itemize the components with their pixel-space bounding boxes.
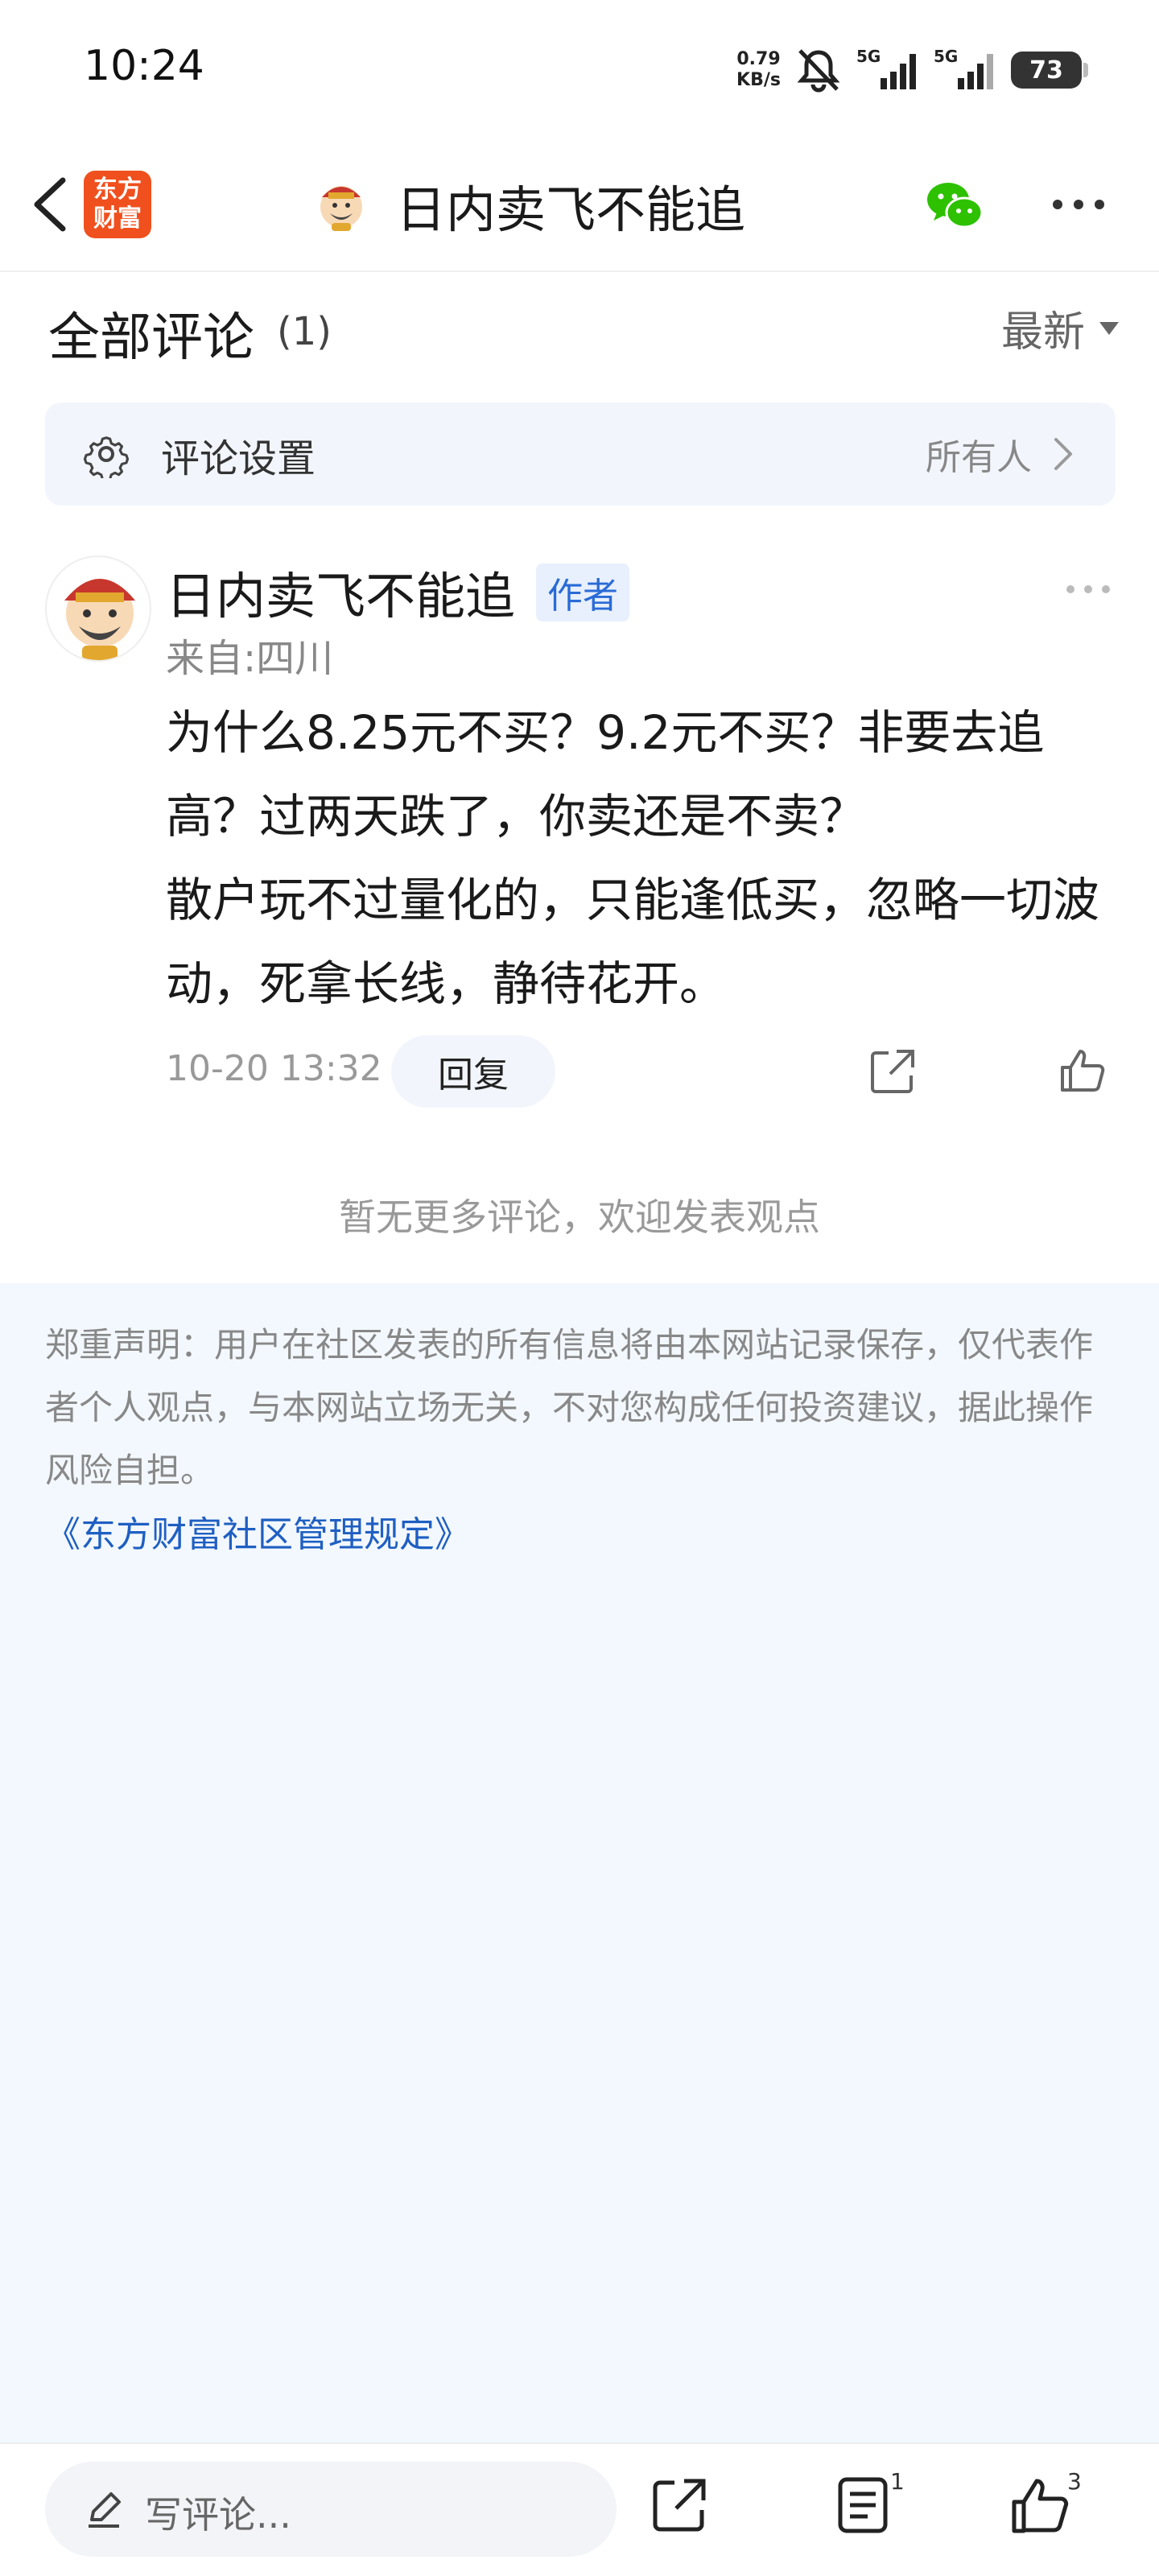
battery-icon: 73 — [1011, 52, 1088, 89]
sort-dropdown[interactable]: 最新 — [1001, 298, 1119, 358]
comment-text-paragraph: 为什么8.25元不买？9.2元不买？非要去追高？过两天跌了，你卖还是不卖？ — [166, 705, 1045, 844]
svg-text:5G: 5G — [934, 47, 958, 66]
pencil-icon — [89, 2492, 121, 2528]
comments-header: 全部评论 (1) 最新 — [48, 293, 1119, 368]
settings-value: 所有人 — [926, 437, 1032, 478]
chevron-right-icon — [1054, 438, 1072, 470]
no-more-comments-text: 暂无更多评论，欢迎发表观点 — [339, 1195, 820, 1239]
mute-bell-icon — [795, 47, 842, 93]
comments-count: (1) — [277, 309, 332, 354]
clock: 10:24 — [84, 42, 204, 90]
network-speed: 0.79 KB/s — [736, 49, 781, 90]
author-badge: 作者 — [536, 564, 629, 621]
dropdown-triangle-icon — [1099, 321, 1119, 335]
like-count-badge: 3 — [1067, 2468, 1082, 2495]
comment-location: 来自:四川 — [166, 636, 334, 681]
page-title: 日内卖飞不能追 — [396, 180, 746, 239]
svg-text:5G: 5G — [856, 47, 881, 66]
comment-body: 为什么8.25元不买？9.2元不买？非要去追高？过两天跌了，你卖还是不卖？ 散户… — [166, 691, 1124, 1026]
comment-settings-row[interactable]: 评论设置 所有人 — [45, 402, 1116, 506]
back-arrow-icon[interactable] — [24, 172, 76, 237]
signal-5g-icon: 5G — [856, 47, 919, 93]
top-nav-bar: 东方 财富 日内卖飞不能追 — [0, 137, 1159, 272]
comment-author[interactable]: 日内卖飞不能追 — [166, 555, 515, 628]
gear-icon — [83, 436, 130, 478]
avatar[interactable] — [45, 555, 151, 662]
sort-label: 最新 — [1000, 308, 1085, 357]
nav-title-group: 日内卖飞不能追 — [314, 169, 745, 242]
status-bar: 10:24 0.79 KB/s 5G 5G 73 — [0, 0, 1159, 137]
user-avatar-icon — [320, 186, 362, 231]
comment-count-badge: 1 — [890, 2468, 905, 2495]
comment-placeholder: 写评论... — [145, 2493, 291, 2537]
write-comment-input[interactable]: 写评论... — [45, 2462, 617, 2557]
reply-button[interactable]: 回复 — [391, 1035, 555, 1108]
thumbs-up-icon[interactable] — [1009, 2475, 1070, 2536]
settings-label: 评论设置 — [161, 436, 316, 481]
share-icon[interactable] — [649, 2475, 710, 2536]
bottom-action-bar: 写评论... 1 3 — [0, 2442, 1159, 2576]
thumbs-up-icon[interactable] — [1058, 1045, 1107, 1095]
comment-timestamp: 10-20 13:32 — [166, 1048, 382, 1089]
share-icon[interactable] — [868, 1046, 918, 1096]
comment-text-paragraph: 散户玩不过量化的，只能逢低买，忽略一切波动，死拿长线，静待花开。 — [166, 873, 1100, 1011]
disclaimer-section: 郑重声明：用户在社区发表的所有信息将由本网站记录保存，仅代表作者个人观点，与本网… — [0, 1283, 1159, 2442]
comment-list-icon[interactable] — [832, 2475, 893, 2536]
community-rules-link[interactable]: 《东方财富社区管理规定》 — [45, 1505, 470, 1557]
comments-title: 全部评论 — [48, 308, 254, 368]
app-logo[interactable]: 东方 财富 — [84, 171, 151, 238]
disclaimer-text: 郑重声明：用户在社区发表的所有信息将由本网站记录保存，仅代表作者个人观点，与本网… — [45, 1325, 1094, 1490]
wechat-share-icon[interactable] — [922, 172, 987, 237]
signal-5g-icon: 5G — [934, 47, 996, 93]
more-dots-icon[interactable] — [1064, 581, 1112, 597]
status-icons: 0.79 KB/s 5G 5G 73 — [736, 42, 1088, 98]
more-options-icon[interactable] — [1046, 188, 1111, 221]
